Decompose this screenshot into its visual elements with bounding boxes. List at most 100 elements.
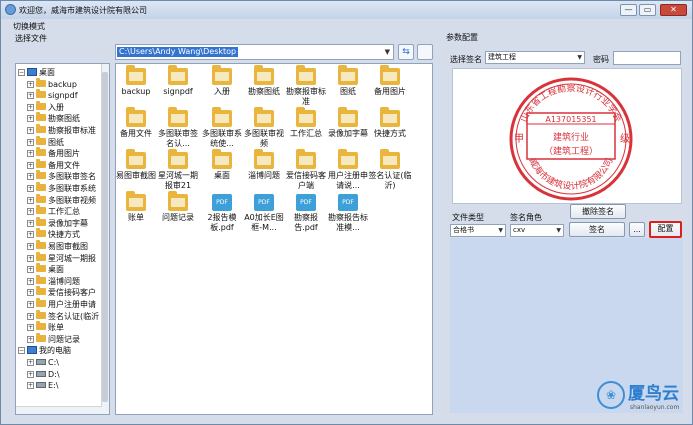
folder-item[interactable]: 工作汇总 [284,107,328,139]
tree-item[interactable]: + 备用文件 [27,158,80,171]
expand-icon[interactable]: + [27,335,34,343]
expand-icon[interactable]: + [27,150,34,158]
chevron-down-icon[interactable]: ▼ [498,225,503,236]
expand-icon[interactable]: + [27,277,34,285]
tree-item[interactable]: − 我的电脑 [18,345,71,356]
folder-item[interactable]: 多图联审签名认... [156,107,200,149]
chevron-down-icon[interactable]: ▼ [556,225,561,236]
expand-icon[interactable]: + [27,196,34,204]
expand-icon[interactable]: + [27,80,34,88]
path-combobox[interactable]: C:\Users\Andy Wang\Desktop ▼ [115,44,394,60]
tree-item[interactable]: + 工作汇总 [27,205,80,217]
expand-icon[interactable]: + [27,254,34,262]
tree-item[interactable]: + 快捷方式 [27,228,80,240]
folder-item[interactable]: 签名认证(临沂) [368,149,412,191]
tree-item[interactable]: + 签名认证(临沂 [27,309,99,322]
expand-icon[interactable]: + [27,301,34,308]
tree-item[interactable]: + backup [27,77,77,90]
expand-icon[interactable]: + [27,370,34,378]
folder-item[interactable]: 星河城一期报审21 [156,149,200,191]
browse-button[interactable] [417,44,433,60]
expand-icon[interactable]: + [27,103,34,111]
chevron-down-icon[interactable]: ▼ [385,48,390,56]
tree-item[interactable]: + 多图联审签名 [27,170,96,182]
refresh-button[interactable]: ⇆ [398,44,414,60]
tree-item[interactable]: + 账单 [27,321,64,333]
folder-item[interactable]: 多图联审视频 [242,107,286,149]
file-grid[interactable]: backup signpdf 入册 勘察图纸 勘察报审标准 图纸 备用图片备用文件 多图联审签… [115,63,433,415]
config-button[interactable]: 配置 [649,221,682,238]
expand-icon[interactable]: + [27,208,34,216]
tree-item[interactable]: + 易图审截图 [27,240,88,252]
pdf-file-item[interactable]: PDF A0加长E图框-M... [242,194,286,233]
pdf-file-item[interactable]: PDF 勘察报告.pdf [284,194,328,233]
folder-item[interactable]: 爱信接码客户端 [284,149,328,191]
collapse-icon[interactable]: − [18,69,25,76]
tree-item[interactable]: + 多图联审系统 [27,182,96,194]
expand-icon[interactable]: + [27,382,34,390]
tree-item[interactable]: + 用户注册申请 [27,298,96,310]
folder-item[interactable]: 快捷方式 [368,107,412,139]
sign-button[interactable]: 签名 [569,222,625,237]
folder-item[interactable]: 多图联审系统使... [200,107,244,149]
remove-sign-button[interactable]: 撤除签名 [570,204,626,219]
tree-item[interactable]: + 多图联审视频 [27,193,96,206]
tree-item[interactable]: − 桌面 [18,67,55,78]
tree-item[interactable]: + C:\ [27,357,59,368]
tree-scrollbar[interactable] [101,64,109,414]
folder-tree[interactable]: + E:\ + D:\ + C:\ − 我的电脑 + 问题记录 + 账单 + 签名认证(临沂 + 用户注册申请… [15,63,110,415]
folder-item[interactable]: 桌面 [200,149,244,181]
expand-icon[interactable]: + [27,266,34,274]
folder-item[interactable]: 图纸 [326,65,370,97]
expand-icon[interactable]: + [27,138,34,146]
folder-item[interactable]: 勘察图纸 [242,65,286,97]
folder-item[interactable]: 勘察报审标准 [284,65,328,107]
folder-item[interactable]: 问题记录 [156,191,200,223]
tree-scroll-thumb[interactable] [102,72,108,402]
tree-item[interactable]: + 录像加字幕 [27,216,88,229]
expand-icon[interactable]: + [27,289,34,297]
tree-item[interactable]: + E:\ [27,380,58,391]
expand-icon[interactable]: + [27,92,34,100]
switch-mode-menu[interactable]: 切换模式 [13,21,45,32]
expand-icon[interactable]: + [27,185,34,192]
expand-icon[interactable]: + [27,161,34,169]
password-input[interactable] [613,51,681,65]
close-button[interactable]: ✕ [660,4,687,16]
expand-icon[interactable]: + [27,324,34,332]
expand-icon[interactable]: + [27,115,34,123]
folder-item[interactable]: 入册 [200,65,244,97]
tree-item[interactable]: + 图纸 [27,135,64,148]
file-type-dropdown[interactable]: 合格书 ▼ [450,224,506,237]
folder-item[interactable]: 备用文件 [116,107,158,139]
folder-item[interactable]: 易图审截图 [116,149,158,181]
expand-icon[interactable]: + [27,243,34,250]
sign-role-dropdown[interactable]: cxv ▼ [510,224,564,237]
expand-icon[interactable]: + [27,219,34,227]
tree-item[interactable]: + 勘察图纸 [27,112,80,124]
folder-item[interactable]: 备用图片 [368,65,412,97]
folder-item[interactable]: 录像加字幕 [326,107,370,139]
tree-item[interactable]: + 备用图片 [27,147,80,159]
expand-icon[interactable]: + [27,231,34,239]
tree-item[interactable]: + 勘察报审标准 [27,124,96,136]
expand-icon[interactable]: + [27,312,34,320]
expand-icon[interactable]: + [27,173,34,181]
folder-item[interactable]: signpdf [156,65,200,97]
tree-item[interactable]: + 爱信接码客户 [27,286,96,298]
tree-item[interactable]: + 入册 [27,100,64,113]
minimize-button[interactable]: — [620,4,637,16]
folder-item[interactable]: backup [116,65,158,97]
tree-item[interactable]: + 问题记录 [27,332,80,345]
folder-item[interactable]: 用户注册申请说... [326,149,370,191]
tree-item[interactable]: + D:\ [27,369,60,380]
select-sign-dropdown[interactable]: 建筑工程 ▼ [485,51,585,64]
tree-item[interactable]: + signpdf [27,89,78,101]
chevron-down-icon[interactable]: ▼ [577,52,582,63]
expand-icon[interactable]: + [27,127,34,134]
tree-item[interactable]: + 桌面 [27,263,64,275]
maximize-button[interactable]: ▭ [639,4,656,16]
expand-icon[interactable]: + [27,359,34,366]
tree-item[interactable]: + 星河城一期报 [27,251,96,264]
pdf-file-item[interactable]: PDF 2报告模板.pdf [200,194,244,233]
